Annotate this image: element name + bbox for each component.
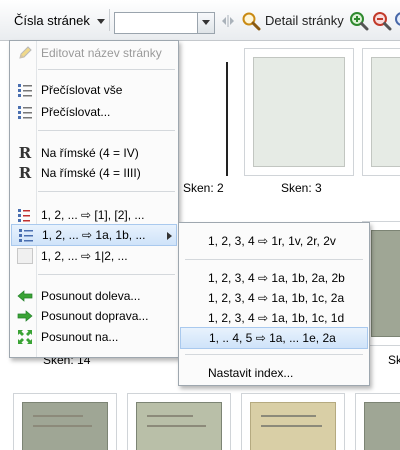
- page-thumbnail[interactable]: [362, 48, 400, 176]
- menu-item-letter-numbering[interactable]: 1, 2, ... ⇨ 1a, 1b, ...: [11, 224, 177, 246]
- letter-numbering-submenu: 1, 2, 3, 4 ⇨ 1r, 1v, 2r, 2v 1, 2, 3, 4 ⇨…: [178, 222, 370, 386]
- menu-item-renumber-all[interactable]: Přečíslovat vše: [11, 79, 177, 101]
- menu-item-roman-iv[interactable]: R Na římské (4 = IV): [11, 142, 177, 164]
- menu-separator: [185, 259, 363, 260]
- toolbar: Čísla stránek Detail stránky: [0, 0, 400, 41]
- menu-item-bracket-numbering[interactable]: 1, 2, ... ⇨ [1], [2], ...: [11, 204, 177, 226]
- thumbnail-label: Sk: [388, 353, 400, 367]
- menu-separator: [38, 191, 175, 192]
- menu-item-shift-right[interactable]: Posunout doprava...: [11, 305, 177, 327]
- submenu-item-abc[interactable]: 1, 2, 3, 4 ⇨ 1a, 1b, 1c, 2a: [180, 287, 368, 309]
- page-thumbnail[interactable]: [355, 393, 400, 450]
- roman-numeral-icon: R: [18, 144, 32, 162]
- page-thumbnail[interactable]: [218, 48, 234, 176]
- page-thumbnail[interactable]: [13, 393, 117, 450]
- page-combobox[interactable]: [114, 12, 215, 34]
- submenu-item-recto-verso[interactable]: 1, 2, 3, 4 ⇨ 1r, 1v, 2r, 2v: [180, 230, 368, 252]
- chevron-down-icon[interactable]: [197, 13, 214, 33]
- menu-item-roman-iiii[interactable]: R Na římské (4 = IIII): [11, 162, 177, 184]
- menu-separator: [38, 69, 175, 70]
- page-scan-image: [364, 402, 400, 450]
- arrow-left-icon: [17, 290, 33, 302]
- submenu-item-set-index[interactable]: Nastavit index...: [180, 362, 368, 384]
- letter-numbering-icon: [19, 229, 33, 242]
- page-numbers-label: Čísla stránek: [14, 12, 90, 28]
- page-edge: [226, 62, 228, 176]
- toolbar-separator: [109, 9, 110, 31]
- page-thumbnail[interactable]: [241, 393, 345, 450]
- page-numbers-dropdown-button[interactable]: Čísla stránek: [4, 8, 111, 32]
- menu-separator: [185, 354, 363, 355]
- bracket-numbering-icon: [18, 209, 30, 222]
- page-scan-image: [250, 402, 336, 450]
- roman-numeral-icon: R: [18, 164, 32, 182]
- arrow-right-icon: [17, 310, 33, 322]
- splitter-icon: [222, 15, 234, 27]
- page-numbers-menu: Editovat název stránky Přečíslovat vše P…: [9, 40, 179, 358]
- numbered-list-icon: [18, 106, 32, 119]
- pencil-icon: [19, 46, 32, 59]
- blank-page-icon: [17, 248, 33, 264]
- submenu-item-abcde[interactable]: 1, .. 4, 5 ⇨ 1a, ... 1e, 2a: [180, 327, 368, 349]
- move-to-icon: [18, 330, 32, 344]
- page-scan-image: [136, 402, 222, 450]
- page-scan-image: [253, 57, 345, 167]
- menu-item-pipe-numbering[interactable]: 1, 2, ... ⇨ 1|2, ...: [11, 245, 177, 267]
- menu-item-shift-left[interactable]: Posunout doleva...: [11, 285, 177, 307]
- page-combobox-input[interactable]: [115, 13, 197, 33]
- page-thumbnail[interactable]: [127, 393, 231, 450]
- page-scan-image: [371, 57, 400, 167]
- menu-item-move-to[interactable]: Posunout na...: [11, 326, 177, 348]
- magnifier-icon[interactable]: [241, 11, 261, 31]
- menu-item-renumber[interactable]: Přečíslovat...: [11, 101, 177, 123]
- submenu-item-ab[interactable]: 1, 2, 3, 4 ⇨ 1a, 1b, 2a, 2b: [180, 267, 368, 289]
- page-scan-image: [371, 230, 400, 337]
- zoom-in-icon[interactable]: [349, 11, 369, 31]
- page-thumbnail[interactable]: [244, 48, 354, 176]
- numbered-list-icon: [18, 84, 32, 97]
- chevron-right-icon: [167, 232, 172, 240]
- chevron-down-icon: [96, 18, 105, 24]
- page-scan-image: [22, 402, 108, 450]
- zoom-fit-icon[interactable]: [394, 11, 400, 31]
- menu-item-edit-page-name: Editovat název stránky: [11, 42, 177, 64]
- thumbnail-label: Sken: 3: [281, 181, 322, 195]
- menu-separator: [38, 274, 175, 275]
- submenu-item-abcd[interactable]: 1, 2, 3, 4 ⇨ 1a, 1b, 1c, 1d: [180, 307, 368, 329]
- menu-separator: [38, 130, 175, 131]
- thumbnail-label: Sken: 2: [183, 181, 224, 195]
- page-detail-button[interactable]: Detail stránky: [265, 13, 344, 28]
- zoom-out-icon[interactable]: [372, 11, 392, 31]
